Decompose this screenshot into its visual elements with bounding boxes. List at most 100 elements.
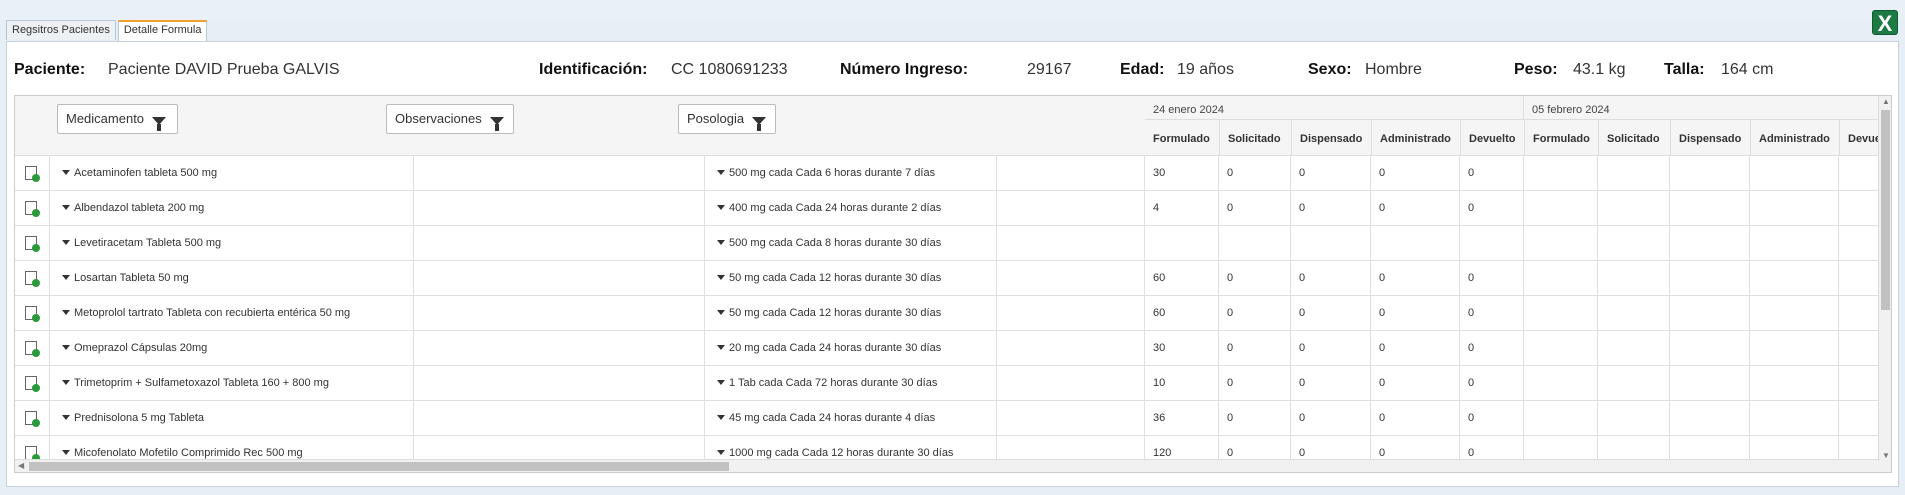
filter-icon	[752, 117, 767, 131]
quantity-cell	[1670, 191, 1750, 226]
peso-value: 43.1 kg	[1573, 61, 1626, 78]
vertical-scroll-thumb[interactable]	[1881, 110, 1890, 310]
quantity-cell: 0	[1371, 331, 1460, 366]
add-document-icon[interactable]	[25, 446, 40, 462]
medicamento-name: Acetaminofen tableta 500 mg	[74, 167, 218, 179]
talla-label: Talla:	[1664, 61, 1705, 78]
table-row[interactable]: Acetaminofen tableta 500 mg 500 mg cada C…	[15, 156, 1891, 191]
medicamento-filter-button[interactable]: Medicamento	[57, 104, 178, 134]
quantity-cell: 30	[1145, 156, 1219, 191]
table-row[interactable]: Levetiracetam Tableta 500 mg 500 mg cada …	[15, 226, 1891, 261]
quantity-cell: 60	[1145, 261, 1219, 296]
table-row[interactable]: Losartan Tableta 50 mg 50 mg cada Cada 12…	[15, 261, 1891, 296]
expand-caret-icon[interactable]	[717, 310, 725, 315]
quantity-value: 0	[1299, 272, 1306, 284]
quantity-cell: 30	[1145, 331, 1219, 366]
scroll-left-icon[interactable]: ◀	[18, 461, 24, 470]
expand-caret-icon[interactable]	[717, 415, 725, 420]
add-document-icon[interactable]	[25, 166, 40, 182]
quantity-value: 0	[1227, 447, 1234, 459]
row-doc-cell	[15, 296, 50, 331]
actions-cell: SOLDISADMDEV	[997, 226, 1145, 261]
quantity-cell	[1670, 156, 1750, 191]
quantity-cell	[1524, 296, 1598, 331]
expand-caret-icon[interactable]	[717, 345, 725, 350]
quantity-cell: 0	[1460, 401, 1524, 436]
medicamento-name: Micofenolato Mofetilo Comprimido Rec 500…	[74, 447, 303, 459]
add-document-icon[interactable]	[25, 271, 40, 287]
quantity-value: 0	[1299, 377, 1306, 389]
posologia-text: 1 Tab cada Cada 72 horas durante 30 días	[729, 377, 938, 389]
medicamento-cell: Acetaminofen tableta 500 mg	[50, 156, 414, 191]
sexo-value: Hombre	[1365, 61, 1422, 78]
scroll-down-icon[interactable]: ▼	[1882, 451, 1890, 460]
paciente-label: Paciente:	[14, 61, 86, 78]
posologia-cell: 500 mg cada Cada 6 horas durante 7 días	[705, 156, 997, 191]
expand-caret-icon[interactable]	[62, 240, 70, 245]
expand-caret-icon[interactable]	[62, 310, 70, 315]
medicamento-name: Trimetoprim + Sulfametoxazol Tableta 160…	[74, 377, 329, 389]
scroll-up-icon[interactable]: ▲	[1882, 97, 1890, 106]
expand-caret-icon[interactable]	[717, 170, 725, 175]
table-row[interactable]: Metoprolol tartrato Tableta con recubier…	[15, 296, 1891, 331]
expand-caret-icon[interactable]	[717, 450, 725, 455]
quantity-cell	[1524, 156, 1598, 191]
quantity-cell	[1598, 226, 1670, 261]
horizontal-scrollbar[interactable]: ◀	[15, 459, 1880, 472]
quantity-value: 0	[1468, 307, 1475, 319]
tab-detalle-formula[interactable]: Detalle Formula	[117, 20, 208, 41]
sexo-label: Sexo:	[1308, 61, 1352, 78]
table-row[interactable]: Trimetoprim + Sulfametoxazol Tableta 160…	[15, 366, 1891, 401]
quantity-cell: 0	[1219, 401, 1291, 436]
expand-caret-icon[interactable]	[717, 275, 725, 280]
posologia-cell: 45 mg cada Cada 24 horas durante 4 días	[705, 401, 997, 436]
quantity-cell: 60	[1145, 296, 1219, 331]
add-document-icon[interactable]	[25, 376, 40, 392]
table-row[interactable]: Prednisolona 5 mg Tableta 45 mg cada Cada…	[15, 401, 1891, 436]
col-header-dispensado: Dispensado	[1670, 120, 1750, 155]
posologia-cell: 50 mg cada Cada 12 horas durante 30 días	[705, 296, 997, 331]
medicamento-cell: Trimetoprim + Sulfametoxazol Tableta 160…	[50, 366, 414, 401]
observaciones-filter-button[interactable]: Observaciones	[386, 104, 514, 134]
edad-value: 19 años	[1177, 61, 1234, 78]
quantity-value: 4	[1153, 202, 1160, 214]
quantity-cell: 10	[1145, 366, 1219, 401]
row-doc-cell	[15, 366, 50, 401]
quantity-value: 0	[1468, 447, 1475, 459]
expand-caret-icon[interactable]	[62, 170, 70, 175]
observaciones-cell	[414, 226, 705, 261]
posologia-text: 50 mg cada Cada 12 horas durante 30 días	[729, 272, 942, 284]
table-row[interactable]: Albendazol tableta 200 mg 400 mg cada Cad…	[15, 191, 1891, 226]
add-document-icon[interactable]	[25, 201, 40, 217]
expand-caret-icon[interactable]	[717, 205, 725, 210]
identificacion-label: Identificación:	[539, 61, 648, 78]
expand-caret-icon[interactable]	[62, 205, 70, 210]
posologia-filter-button[interactable]: Posologia	[678, 104, 776, 134]
quantity-value: 30	[1153, 342, 1166, 354]
tab-registros-pacientes[interactable]: Regsitros Pacientes	[6, 20, 116, 40]
expand-caret-icon[interactable]	[62, 275, 70, 280]
quantity-cell	[1291, 226, 1371, 261]
quantity-cell	[1750, 261, 1839, 296]
expand-caret-icon[interactable]	[62, 345, 70, 350]
expand-caret-icon[interactable]	[62, 450, 70, 455]
excel-icon[interactable]: X	[1872, 10, 1898, 36]
table-row[interactable]: Omeprazol Cápsulas 20mg 20 mg cada Cada 2…	[15, 331, 1891, 366]
actions-cell: SOLDISADMDEV	[997, 401, 1145, 436]
expand-caret-icon[interactable]	[62, 415, 70, 420]
quantity-cell: 0	[1291, 296, 1371, 331]
horizontal-scroll-thumb[interactable]	[29, 462, 729, 471]
add-document-icon[interactable]	[25, 236, 40, 252]
expand-caret-icon[interactable]	[717, 240, 725, 245]
quantity-cell	[1670, 296, 1750, 331]
add-document-icon[interactable]	[25, 411, 40, 427]
quantity-value: 0	[1299, 202, 1306, 214]
vertical-scrollbar[interactable]: ▲ ▼	[1878, 96, 1891, 472]
add-document-icon[interactable]	[25, 306, 40, 322]
quantity-value: 0	[1299, 412, 1306, 424]
quantity-value: 0	[1379, 202, 1386, 214]
add-document-icon[interactable]	[25, 341, 40, 357]
expand-caret-icon[interactable]	[62, 380, 70, 385]
expand-caret-icon[interactable]	[717, 380, 725, 385]
filter-icon	[152, 117, 167, 131]
